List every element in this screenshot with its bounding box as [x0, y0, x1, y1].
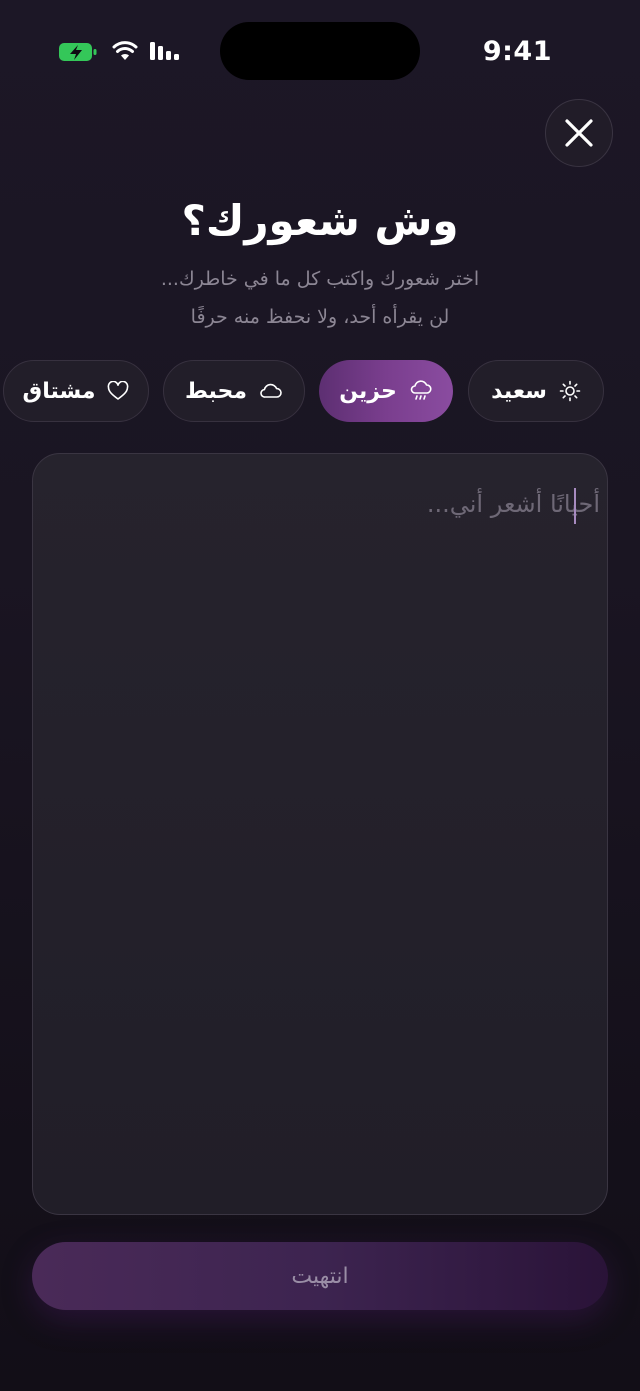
mood-chip-label: مشتاق: [22, 378, 96, 404]
page-subtitle-line1: اختر شعورك واكتب كل ما في خاطرك...: [160, 268, 480, 290]
wifi-icon: [112, 41, 138, 60]
page-title: وش شعورك؟: [181, 196, 459, 245]
mood-chip-label: سعيد: [491, 378, 547, 404]
mood-chip-label: حزين: [339, 378, 397, 404]
mood-chip-label: محبط: [185, 378, 248, 404]
mood-chip-sad[interactable]: حزين: [319, 360, 453, 422]
status-time: 9:41: [482, 36, 552, 67]
sun-icon: [559, 380, 581, 402]
heart-icon: [108, 381, 129, 400]
rain-cloud-icon: [410, 380, 432, 400]
page-subtitle-line2: لن يقرأه أحد، ولا نحفظ منه حرفًا: [190, 306, 450, 328]
dynamic-island: [220, 22, 420, 80]
cloud-icon: [260, 383, 282, 398]
done-button-label: انتهيت: [291, 1263, 349, 1289]
status-bar: 9:41: [0, 0, 640, 100]
mood-chip-longing[interactable]: مشتاق: [3, 360, 149, 422]
cellular-signal-icon: [150, 42, 179, 60]
close-button[interactable]: [545, 99, 613, 167]
feelings-text-area[interactable]: [32, 453, 608, 1215]
mood-chip-happy[interactable]: سعيد: [468, 360, 604, 422]
mood-chip-frustrated[interactable]: محبط: [163, 360, 305, 422]
battery-charging-icon: [59, 43, 97, 61]
text-caret: [574, 488, 576, 524]
close-icon: [565, 119, 593, 147]
done-button[interactable]: انتهيت: [32, 1242, 608, 1310]
